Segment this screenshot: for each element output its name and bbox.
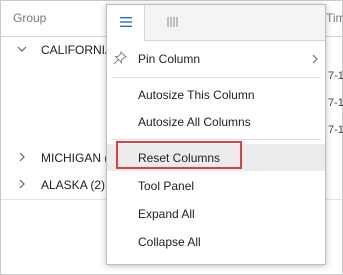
menu-item-label: Autosize This Column	[138, 88, 255, 102]
time-cell: 7-1	[328, 124, 343, 136]
menu-separator	[111, 77, 321, 78]
menu-item-label: Tool Panel	[138, 179, 195, 193]
pin-icon	[113, 51, 127, 65]
chevron-right-icon	[311, 52, 319, 64]
menu-item-label: Autosize All Columns	[138, 115, 251, 129]
group-label: MICHIGAN (	[41, 151, 109, 165]
tab-columns[interactable]	[153, 5, 193, 40]
chevron-right-icon[interactable]	[17, 178, 27, 190]
menu-lines-icon	[119, 14, 132, 32]
menu-item-label: Pin Column	[138, 52, 201, 66]
tab-general-menu[interactable]	[107, 5, 145, 41]
group-label: ALASKA (2)	[41, 178, 106, 192]
time-cell: 7-1	[328, 70, 343, 82]
highlight-annotation-box	[116, 141, 242, 169]
column-header-time[interactable]: Tim	[326, 11, 343, 25]
menu-item-tool-panel[interactable]: Tool Panel	[107, 172, 325, 199]
chevron-down-icon[interactable]	[17, 43, 27, 55]
columns-icon	[167, 14, 179, 32]
menu-item-label: Expand All	[138, 207, 195, 221]
time-cell: 7-1	[328, 97, 343, 109]
chevron-right-icon[interactable]	[17, 151, 27, 163]
group-label: CALIFORNIA	[41, 43, 114, 57]
menu-item-autosize-this-column[interactable]: Autosize This Column	[107, 81, 325, 108]
menu-item-expand-all[interactable]: Expand All	[107, 200, 325, 227]
menu-item-label: Collapse All	[138, 235, 201, 249]
column-menu-tabs	[107, 5, 325, 41]
menu-item-pin-column[interactable]: Pin Column	[107, 45, 325, 72]
column-header-group[interactable]: Group	[13, 11, 46, 25]
menu-separator	[111, 139, 321, 140]
menu-item-collapse-all[interactable]: Collapse All	[107, 228, 325, 255]
column-menu: Pin Column Autosize This Column Autosize…	[106, 4, 326, 265]
menu-item-autosize-all-columns[interactable]: Autosize All Columns	[107, 108, 325, 135]
